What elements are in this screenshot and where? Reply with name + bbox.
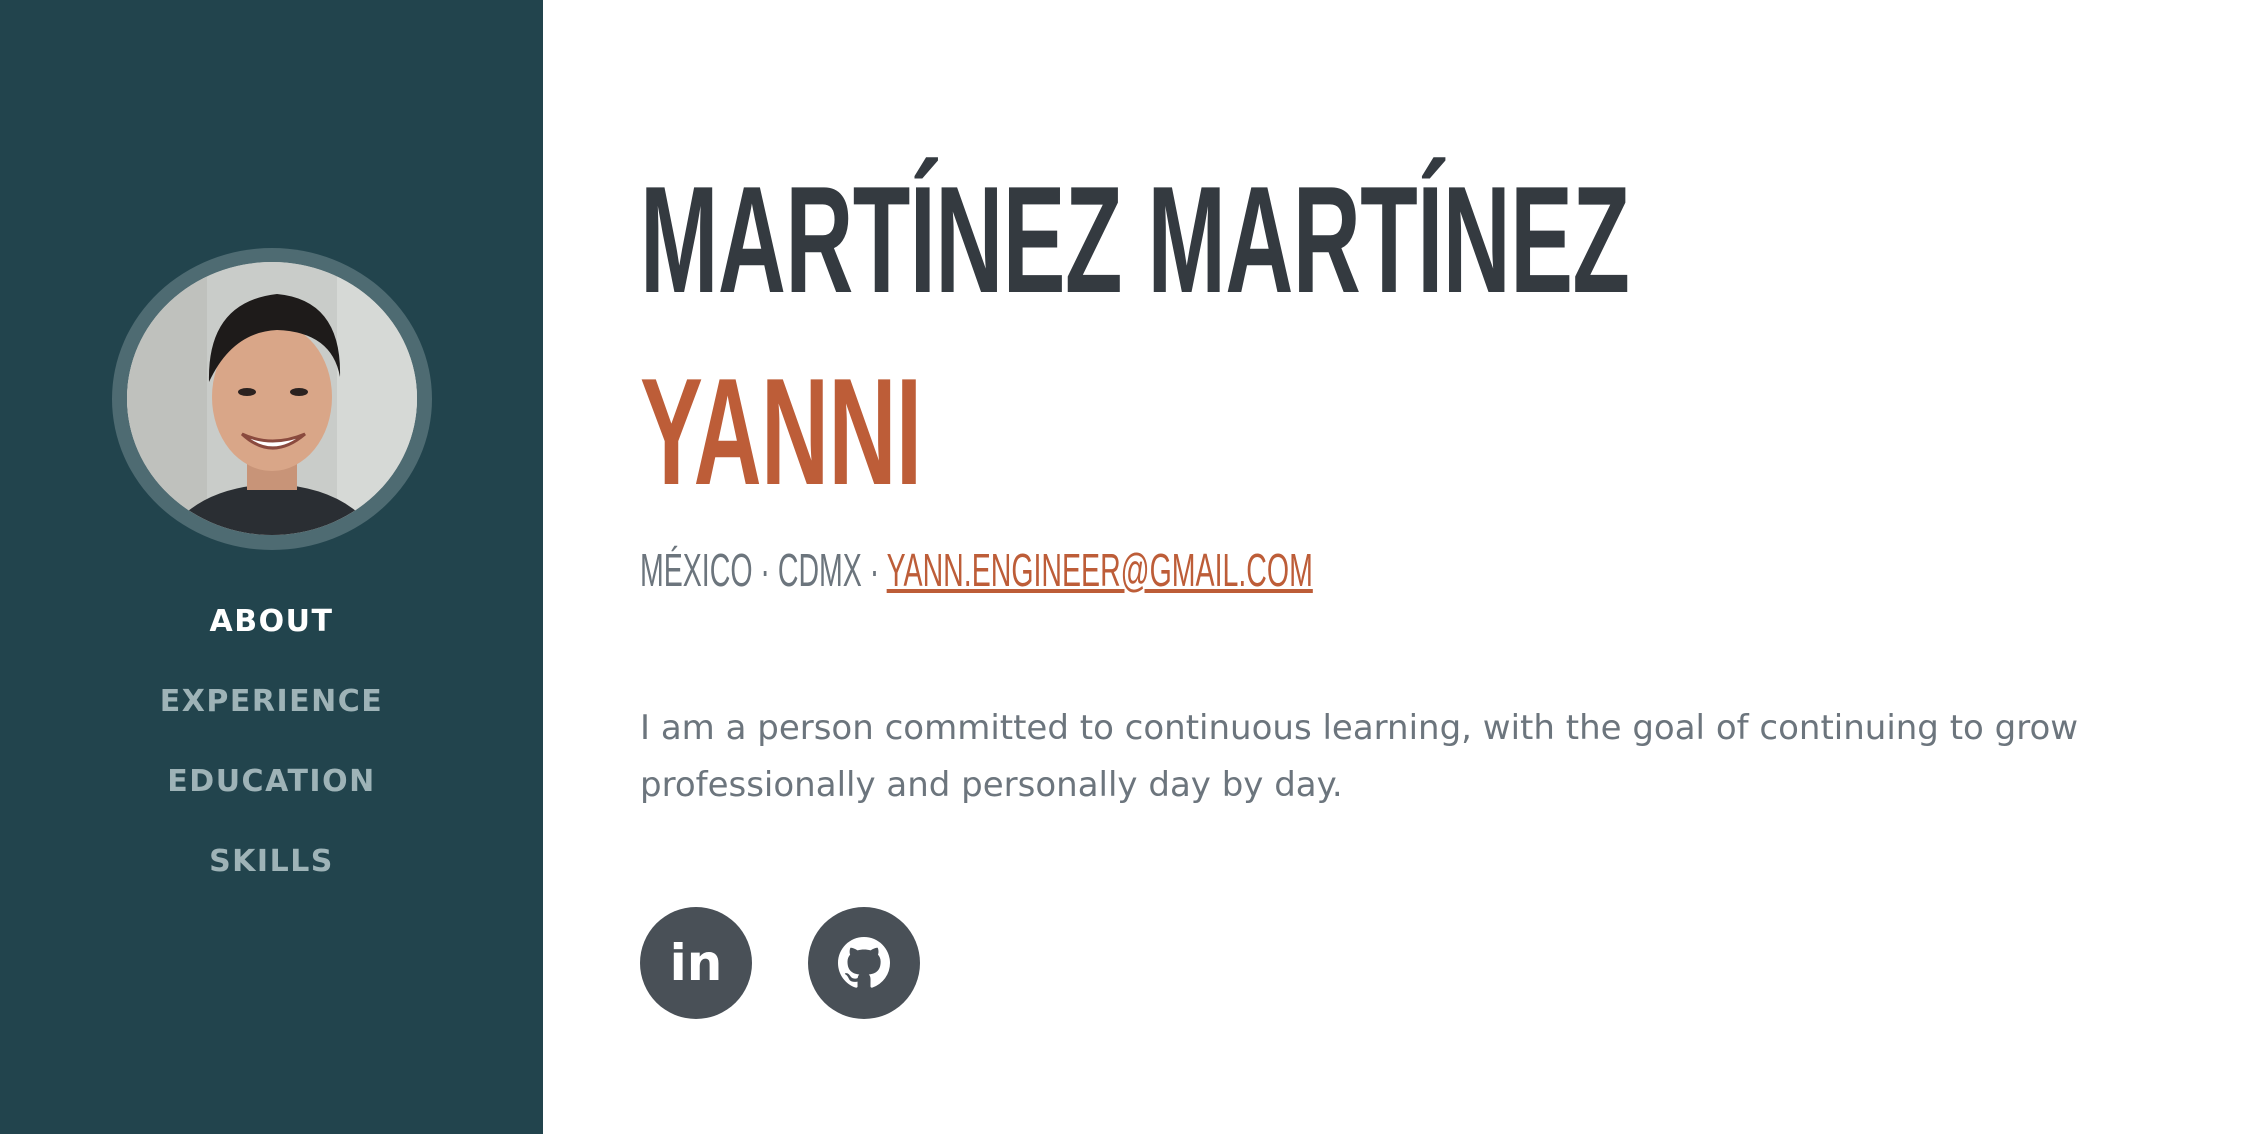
sidebar: ABOUT EXPERIENCE EDUCATION SKILLS [0, 0, 543, 1134]
nav-link-experience[interactable]: EXPERIENCE [160, 678, 383, 726]
profile-photo [127, 262, 417, 535]
location-text: MÉXICO · CDMX · [640, 544, 887, 596]
contact-line: MÉXICO · CDMX · YANN.ENGINEER@GMAIL.COM [640, 542, 1313, 598]
github-button[interactable] [808, 907, 920, 1019]
linkedin-icon: in [669, 934, 723, 992]
bio-text: I am a person committed to continuous le… [640, 708, 2079, 805]
nav-link-skills[interactable]: SKILLS [209, 838, 334, 886]
sidebar-nav: ABOUT EXPERIENCE EDUCATION SKILLS [0, 598, 543, 918]
avatar [127, 262, 417, 535]
nav-item-about: ABOUT [0, 598, 543, 678]
linkedin-button[interactable]: in [640, 907, 752, 1019]
last-name-heading: MARTÍNEZ MARTÍNEZ [640, 155, 1630, 325]
github-icon [838, 937, 890, 988]
nav-item-skills: SKILLS [0, 838, 543, 918]
nav-item-education: EDUCATION [0, 758, 543, 838]
nav-item-experience: EXPERIENCE [0, 678, 543, 758]
email-link[interactable]: YANN.ENGINEER@GMAIL.COM [887, 544, 1313, 596]
nav-link-education[interactable]: EDUCATION [167, 758, 375, 806]
nav-link-about[interactable]: ABOUT [210, 598, 334, 646]
first-name-heading: YANNI [640, 347, 922, 517]
